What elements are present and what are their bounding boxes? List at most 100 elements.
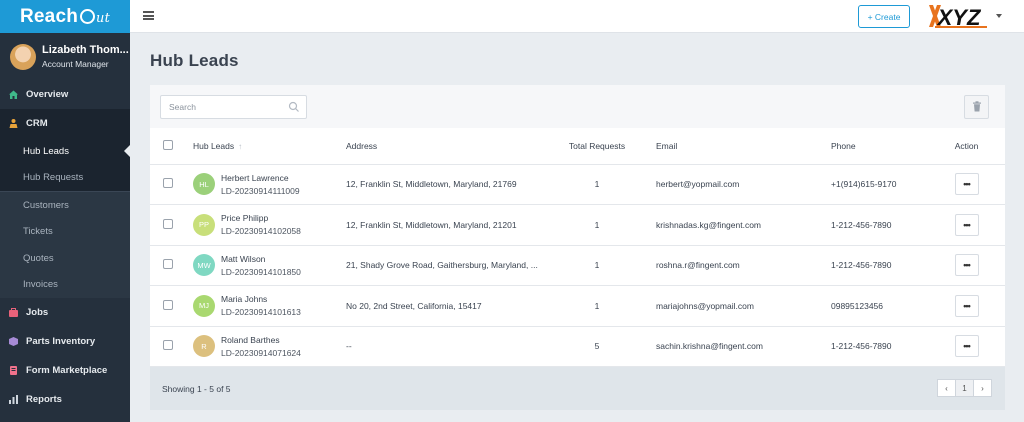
table-row[interactable]: HL Herbert Lawrence LD-20230914111009 12… <box>150 164 1005 205</box>
lead-address: 12, Franklin St, Middletown, Maryland, 2… <box>346 164 538 205</box>
next-page-button[interactable]: › <box>973 379 992 397</box>
lead-id: LD-20230914102058 <box>221 226 301 237</box>
crm-other-submenu: Customers Tickets Quotes Invoices <box>0 192 130 298</box>
row-checkbox[interactable] <box>163 178 173 189</box>
sidebar-item-quotes[interactable]: Quotes <box>0 245 130 272</box>
leads-card: Search Hub Leads ↑ Address Total Requests… <box>150 85 1005 410</box>
select-all-checkbox[interactable] <box>163 139 173 150</box>
search-icon[interactable] <box>288 101 300 113</box>
lead-email: roshna.r@fingent.com <box>656 245 831 286</box>
topbar: + Create XYZ <box>130 0 1024 33</box>
nav-form-marketplace[interactable]: Form Marketplace <box>0 356 130 385</box>
column-header-total-requests: Total Requests <box>538 128 656 165</box>
table-footer: Showing 1 - 5 of 5 ‹ 1 › <box>150 367 1005 410</box>
row-checkbox[interactable] <box>163 218 173 229</box>
lead-phone: 1-212-456-7890 <box>831 204 928 246</box>
nav-parts-inventory[interactable]: Parts Inventory <box>0 327 130 356</box>
search-input[interactable]: Search <box>160 95 307 119</box>
nav-reports-label: Reports <box>26 394 62 405</box>
crm-submenu: Hub Leads Hub Requests <box>0 138 130 192</box>
row-action-menu-button[interactable]: ••• <box>954 294 979 317</box>
lead-total-requests: 1 <box>538 164 656 205</box>
lead-email: herbert@yopmail.com <box>656 164 831 205</box>
brand-logo[interactable]: Reach ut <box>0 0 130 33</box>
lead-email: krishnadas.kg@fingent.com <box>656 204 831 246</box>
lead-avatar: MW <box>193 254 215 277</box>
lead-name[interactable]: Herbert Lawrence <box>221 173 300 183</box>
sort-arrow-up-icon[interactable]: ↑ <box>238 142 242 151</box>
row-action-menu-button[interactable]: ••• <box>954 254 979 277</box>
nav-forms-label: Form Marketplace <box>26 365 108 376</box>
table-row[interactable]: PP Price Philipp LD-20230914102058 12, F… <box>150 204 1005 246</box>
lead-phone: 09895123456 <box>831 285 928 327</box>
lead-name[interactable]: Maria Johns <box>221 294 301 304</box>
user-profile[interactable]: Lizabeth Thom... Account Manager <box>0 33 130 80</box>
column-header-action: Action <box>928 128 1005 165</box>
table-toolbar: Search <box>150 85 1005 128</box>
avatar <box>10 43 36 70</box>
bar-chart-icon <box>8 394 19 405</box>
row-checkbox[interactable] <box>163 299 173 310</box>
table-row[interactable]: R Roland Barthes LD-20230914071624 -- 5 … <box>150 326 1005 367</box>
logo-o-icon <box>80 9 96 24</box>
action-cell: ••• <box>928 204 1005 246</box>
row-select-cell[interactable] <box>150 164 193 205</box>
nav-crm[interactable]: CRM <box>0 109 130 138</box>
lead-total-requests: 1 <box>538 204 656 246</box>
nav-jobs[interactable]: Jobs <box>0 298 130 327</box>
lead-cell: HL Herbert Lawrence LD-20230914111009 <box>193 164 346 205</box>
table-row[interactable]: MJ Maria Johns LD-20230914101613 No 20, … <box>150 285 1005 327</box>
lead-address: -- <box>346 326 538 367</box>
table-header-row: Hub Leads ↑ Address Total Requests Email … <box>150 128 1005 165</box>
sidebar-item-hub-requests[interactable]: Hub Requests <box>0 165 130 192</box>
row-select-cell[interactable] <box>150 204 193 246</box>
page-1-button[interactable]: 1 <box>955 379 974 397</box>
lead-phone: 1-212-456-7890 <box>831 326 928 367</box>
pagination-summary: Showing 1 - 5 of 5 <box>162 383 231 394</box>
action-cell: ••• <box>928 245 1005 286</box>
lead-avatar: PP <box>193 213 215 236</box>
box-icon <box>8 336 19 347</box>
table-row[interactable]: MW Matt Wilson LD-20230914101850 21, Sha… <box>150 245 1005 286</box>
brand-name-part1: Reach <box>19 5 79 27</box>
row-checkbox[interactable] <box>163 259 173 270</box>
column-header-address: Address <box>346 128 538 165</box>
row-action-menu-button[interactable]: ••• <box>954 213 979 236</box>
lead-name[interactable]: Matt Wilson <box>221 254 301 264</box>
lead-id: LD-20230914111009 <box>221 185 300 196</box>
nav-reports[interactable]: Reports <box>0 385 130 414</box>
nav-crm-label: CRM <box>26 118 48 129</box>
delete-button[interactable] <box>964 95 989 119</box>
lead-name[interactable]: Price Philipp <box>221 213 301 223</box>
lead-address: 12, Franklin St, Middletown, Maryland, 2… <box>346 204 538 246</box>
column-header-email: Email <box>656 128 831 165</box>
sidebar-item-hub-leads[interactable]: Hub Leads <box>0 138 130 165</box>
sidebar-item-tickets[interactable]: Tickets <box>0 219 130 246</box>
lead-cell: PP Price Philipp LD-20230914102058 <box>193 204 346 246</box>
row-action-menu-button[interactable]: ••• <box>954 335 979 358</box>
lead-cell: R Roland Barthes LD-20230914071624 <box>193 326 346 367</box>
menu-toggle-icon[interactable] <box>143 11 154 20</box>
create-button[interactable]: + Create <box>858 5 910 28</box>
header-lead-label: Hub Leads <box>193 140 235 151</box>
row-select-cell[interactable] <box>150 326 193 367</box>
lead-name[interactable]: Roland Barthes <box>221 335 301 345</box>
lead-total-requests: 1 <box>538 245 656 286</box>
header-select-all[interactable] <box>150 128 193 165</box>
lead-email: mariajohns@yopmail.com <box>656 285 831 327</box>
row-checkbox[interactable] <box>163 340 173 351</box>
row-action-menu-button[interactable]: ••• <box>954 173 979 196</box>
trash-icon <box>972 100 982 114</box>
nav-overview[interactable]: Overview <box>0 80 130 109</box>
chevron-down-icon[interactable] <box>996 14 1002 18</box>
org-logo[interactable]: XYZ <box>927 3 991 30</box>
nav-overview-label: Overview <box>26 89 69 100</box>
lead-total-requests: 1 <box>538 285 656 327</box>
prev-page-button[interactable]: ‹ <box>937 379 956 397</box>
sidebar-item-invoices[interactable]: Invoices <box>0 272 130 299</box>
row-select-cell[interactable] <box>150 245 193 286</box>
row-select-cell[interactable] <box>150 285 193 327</box>
sidebar-item-customers[interactable]: Customers <box>0 192 130 219</box>
sidebar: Reach ut Lizabeth Thom... Account Manager… <box>0 0 130 422</box>
column-header-hub-leads[interactable]: Hub Leads ↑ <box>193 128 346 165</box>
